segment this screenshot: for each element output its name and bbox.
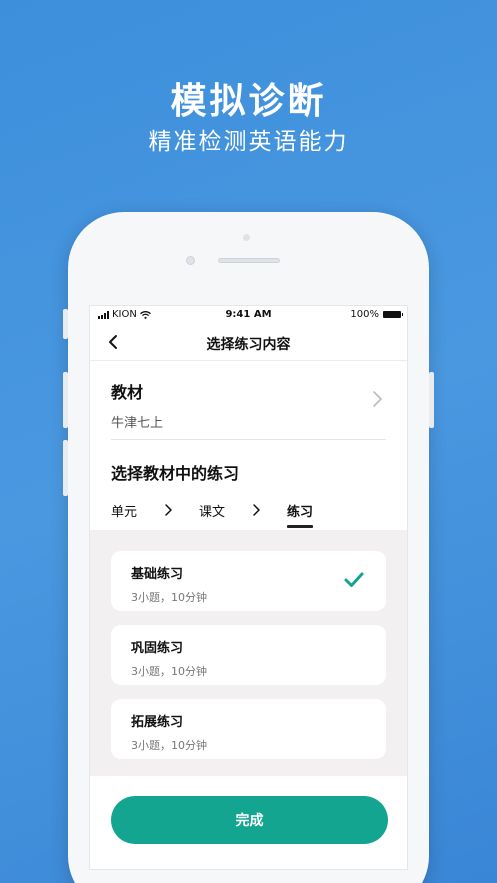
chevron-right-icon <box>373 391 382 407</box>
exercise-card-extend[interactable]: 拓展练习 3小题，10分钟 <box>111 699 386 759</box>
textbook-value: 牛津七上 <box>111 416 164 431</box>
promo-subtitle: 精准检测英语能力 <box>148 129 349 155</box>
exercise-meta: 3小题，10分钟 <box>131 739 207 752</box>
tab-lesson[interactable]: 课文 <box>199 501 225 520</box>
textbook-label: 教材 <box>111 383 144 402</box>
page-title: 选择练习内容 <box>206 337 291 353</box>
exercise-meta: 3小题，10分钟 <box>131 591 207 604</box>
app-screen: KION 9:41 AM 100% 选择练习内容 教材 牛津七上 选择教材中的练… <box>89 305 408 870</box>
breadcrumb-tabs: 单元 课文 练习 <box>111 490 386 530</box>
proximity-sensor <box>186 256 195 265</box>
earpiece-speaker <box>218 258 280 263</box>
battery-icon <box>383 311 403 318</box>
promo-title: 模拟诊断 <box>170 81 327 122</box>
exercise-title: 巩固练习 <box>131 641 184 656</box>
checkmark-icon <box>344 572 364 587</box>
tab-exercise-label: 练习 <box>287 504 314 520</box>
chevron-right-icon <box>165 504 172 516</box>
active-tab-indicator <box>287 524 314 528</box>
tab-exercise[interactable]: 练习 <box>287 501 314 528</box>
exercise-title: 拓展练习 <box>131 715 184 730</box>
exercise-card-basic[interactable]: 基础练习 3小题，10分钟 <box>111 551 386 611</box>
phone-mockup: KION 9:41 AM 100% 选择练习内容 教材 牛津七上 选择教材中的练… <box>63 212 434 883</box>
chevron-right-icon <box>253 504 260 516</box>
exercise-section-heading: 选择教材中的练习 <box>111 464 240 483</box>
navigation-bar: 选择练习内容 <box>90 324 407 361</box>
exercise-list: 基础练习 3小题，10分钟 巩固练习 3小题，10分钟 拓展练习 3小题，10分… <box>90 530 407 776</box>
exercise-card-consolidate[interactable]: 巩固练习 3小题，10分钟 <box>111 625 386 685</box>
phone-volume-down <box>63 440 68 496</box>
textbook-selector[interactable]: 教材 牛津七上 <box>111 361 386 440</box>
phone-mute-switch <box>63 309 68 339</box>
status-bar: KION 9:41 AM 100% <box>90 306 407 324</box>
battery-percent: 100% <box>350 309 379 320</box>
front-camera <box>243 234 250 241</box>
done-button[interactable]: 完成 <box>111 796 388 844</box>
exercise-meta: 3小题，10分钟 <box>131 665 207 678</box>
phone-volume-up <box>63 372 68 428</box>
tab-unit[interactable]: 单元 <box>111 501 137 520</box>
footer: 完成 <box>90 776 407 866</box>
phone-power-button <box>429 372 434 428</box>
